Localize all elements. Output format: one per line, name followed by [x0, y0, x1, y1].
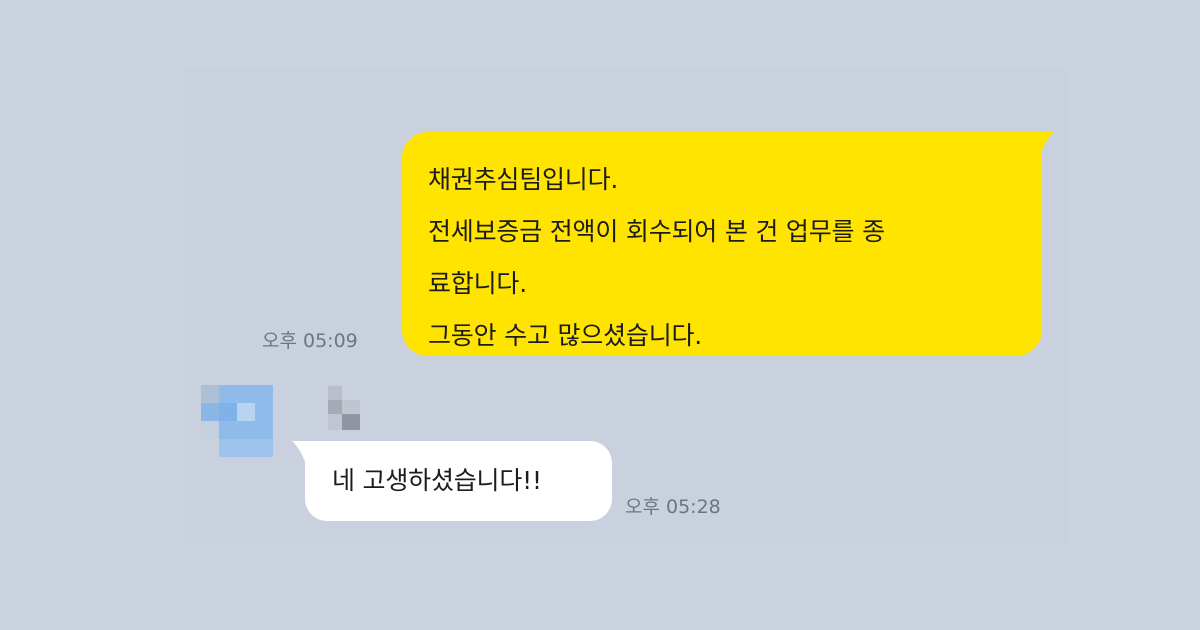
- outgoing-message-line: 료합니다.: [428, 269, 527, 298]
- avatar-pixel: [255, 403, 273, 421]
- name-pixel: [328, 386, 342, 400]
- name-pixel: [328, 400, 342, 414]
- incoming-message-text: 네 고생하셨습니다!!: [332, 466, 542, 495]
- name-pixel: [342, 400, 360, 414]
- incoming-message-bubble[interactable]: 네 고생하셨습니다!!: [305, 441, 612, 521]
- avatar-pixel: [219, 385, 273, 403]
- outgoing-message-time: 오후 05:09: [262, 330, 358, 352]
- outgoing-message-line: 전세보증금 전액이 회수되어 본 건 업무를 종: [428, 217, 885, 246]
- avatar-pixel: [237, 403, 255, 421]
- sender-avatar[interactable]: [201, 385, 273, 457]
- avatar-pixel: [201, 403, 219, 421]
- chat-panel: 오후 05:09 채권추심팀입니다. 전세보증금 전액이 회수되어 본 건 업무…: [0, 0, 1200, 630]
- outgoing-message-line: 그동안 수고 많으셨습니다.: [428, 321, 703, 350]
- avatar-pixel: [201, 385, 219, 403]
- name-pixel: [342, 414, 360, 430]
- avatar-pixel: [219, 403, 237, 421]
- incoming-message-time: 오후 05:28: [625, 496, 721, 518]
- avatar-pixel: [201, 421, 219, 439]
- avatar-pixel: [219, 439, 273, 457]
- avatar-pixel: [219, 421, 273, 439]
- name-pixel: [328, 414, 342, 430]
- outgoing-message-line: 채권추심팀입니다.: [428, 165, 619, 194]
- sender-name: [322, 386, 362, 430]
- outgoing-message-bubble[interactable]: 채권추심팀입니다. 전세보증금 전액이 회수되어 본 건 업무를 종 료합니다.…: [402, 132, 1042, 356]
